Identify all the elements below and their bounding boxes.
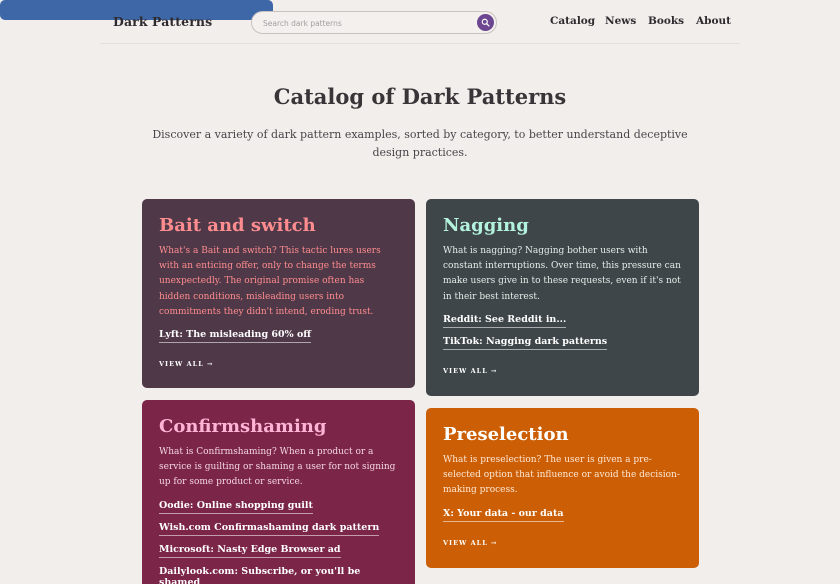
example-link[interactable]: Lyft: The misleading 60% off	[159, 329, 312, 344]
card-title[interactable]: Preselection	[443, 424, 682, 446]
category-card-preselection: Preselection What is preselection? The u…	[426, 408, 699, 568]
card-title[interactable]: Nagging	[443, 215, 682, 237]
search-input[interactable]	[263, 16, 463, 30]
card-title[interactable]: Bait and switch	[159, 215, 398, 237]
nav-catalog[interactable]: Catalog	[550, 15, 595, 27]
card-description: What is Confirmshaming? When a product o…	[159, 447, 396, 488]
nav-about[interactable]: About	[696, 15, 731, 27]
card-links: Reddit: See Reddit in... TikTok: Nagging…	[443, 314, 682, 358]
card-description: What is nagging? Nagging bother users wi…	[443, 246, 681, 302]
card-title[interactable]: Confirmshaming	[159, 416, 398, 438]
page-title: Catalog of Dark Patterns	[273, 84, 567, 109]
site-header: Dark Patterns Catalog News Books About	[100, 0, 740, 44]
category-card-bait-and-switch: Bait and switch What's a Bait and switch…	[142, 199, 415, 388]
example-link[interactable]: Dailylook.com: Subscribe, or you'll be s…	[159, 566, 398, 584]
category-card-nagging: Nagging What is nagging? Nagging bother …	[426, 199, 699, 396]
site-logo[interactable]: Dark Patterns	[113, 14, 212, 29]
example-link[interactable]: Wish.com Confirmashaming dark pattern	[159, 522, 380, 536]
view-all-link[interactable]: VIEW ALL →	[443, 367, 498, 375]
card-description: What is preselection? The user is given …	[443, 455, 680, 496]
page-subtitle: Discover a variety of dark pattern examp…	[152, 128, 688, 159]
card-links: Lyft: The misleading 60% off	[159, 329, 398, 351]
card-description: What's a Bait and switch? This tactic lu…	[159, 246, 381, 317]
example-link[interactable]: X: Your data - our data	[443, 508, 564, 522]
search-icon	[481, 18, 490, 27]
nav-news[interactable]: News	[605, 15, 636, 27]
search-bar	[251, 11, 497, 34]
example-link[interactable]: Microsoft: Nasty Edge Browser ad	[159, 544, 341, 558]
nav-books[interactable]: Books	[648, 15, 684, 27]
card-links: Oodie: Online shopping guilt Wish.com Co…	[159, 500, 398, 584]
search-button[interactable]	[477, 14, 494, 31]
example-link[interactable]: Reddit: See Reddit in...	[443, 314, 567, 328]
card-links: X: Your data - our data	[443, 508, 682, 530]
example-link[interactable]: Oodie: Online shopping guilt	[159, 500, 313, 514]
category-card-confirmshaming: Confirmshaming What is Confirmshaming? W…	[142, 400, 415, 584]
view-all-link[interactable]: VIEW ALL →	[159, 360, 214, 368]
view-all-link[interactable]: VIEW ALL →	[443, 539, 498, 547]
example-link[interactable]: TikTok: Nagging dark patterns	[443, 336, 608, 350]
